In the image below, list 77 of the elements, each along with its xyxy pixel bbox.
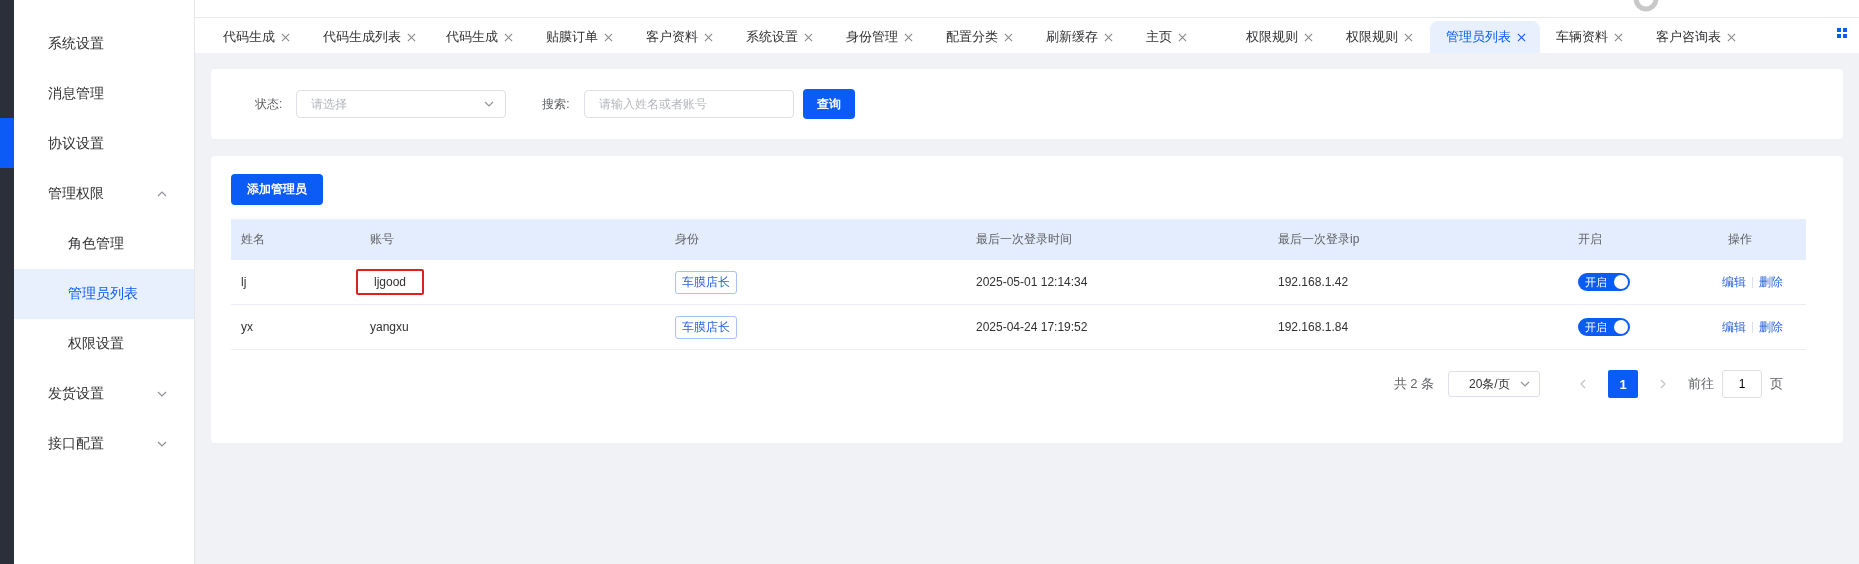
- nav-highlight: [0, 118, 14, 168]
- tab[interactable]: 刷新缓存: [1030, 21, 1130, 53]
- sidebar-item[interactable]: 消息管理: [14, 69, 194, 119]
- tab[interactable]: 客户资料: [630, 21, 730, 53]
- column-header: 操作: [1718, 219, 1806, 260]
- tab[interactable]: 代码生成列表: [307, 21, 430, 53]
- close-icon[interactable]: [1727, 32, 1736, 42]
- column-header: 姓名: [231, 219, 360, 260]
- status-label: 状态:: [255, 95, 283, 113]
- sidebar-item[interactable]: 接口配置: [14, 419, 194, 469]
- role-tag: 车膜店长: [675, 315, 737, 339]
- close-icon[interactable]: [1104, 32, 1113, 42]
- table-cell: yx: [241, 320, 253, 334]
- close-icon[interactable]: [1614, 32, 1623, 42]
- table-cell: 192.168.1.42: [1278, 275, 1349, 289]
- page-button[interactable]: 1: [1608, 370, 1638, 398]
- page-size-select[interactable]: 20条/页: [1448, 371, 1540, 397]
- search-field[interactable]: 请输入姓名或者账号: [583, 90, 794, 118]
- sidebar-item[interactable]: 发货设置: [14, 369, 194, 419]
- table-cell: 2025-05-01 12:14:34: [976, 275, 1088, 289]
- action-link[interactable]: 编辑: [1722, 273, 1746, 291]
- close-icon[interactable]: [407, 32, 416, 42]
- sidebar-item[interactable]: 管理员列表: [14, 269, 194, 319]
- column-header: 最后一次登录ip: [1268, 219, 1568, 260]
- tab[interactable]: 权限规则: [1330, 21, 1430, 53]
- column-header: 账号: [360, 219, 665, 260]
- tab[interactable]: 主页: [1130, 21, 1230, 53]
- tab[interactable]: 贴膜订单: [530, 21, 630, 53]
- chevron-left-icon[interactable]: [1578, 379, 1588, 389]
- action-link[interactable]: 删除: [1759, 318, 1783, 336]
- query-button[interactable]: 查询: [802, 89, 855, 119]
- close-icon[interactable]: [1178, 32, 1187, 42]
- close-icon[interactable]: [804, 32, 813, 42]
- table-cell: 2025-04-24 17:19:52: [976, 320, 1088, 334]
- toggle-switch[interactable]: 开启: [1578, 273, 1630, 291]
- action-link[interactable]: 删除: [1759, 273, 1783, 291]
- grid-icon[interactable]: [1837, 28, 1847, 38]
- column-header: 最后一次登录时间: [966, 219, 1268, 260]
- table-cell: lj: [241, 275, 247, 289]
- page-input[interactable]: 1: [1722, 370, 1762, 398]
- tab[interactable]: 权限规则: [1230, 21, 1330, 53]
- close-icon[interactable]: [281, 32, 290, 42]
- sidebar-item[interactable]: 系统设置: [14, 19, 194, 69]
- tab[interactable]: 系统设置: [730, 21, 830, 53]
- tab[interactable]: 配置分类: [930, 21, 1030, 53]
- page-suffix: 页: [1770, 375, 1783, 393]
- tab[interactable]: 代码生成: [207, 21, 307, 53]
- close-icon[interactable]: [904, 32, 913, 42]
- close-icon[interactable]: [704, 32, 713, 42]
- close-icon[interactable]: [1404, 32, 1413, 42]
- tab[interactable]: 管理员列表: [1430, 21, 1540, 53]
- close-icon[interactable]: [504, 32, 513, 42]
- close-icon[interactable]: [1004, 32, 1013, 42]
- close-icon[interactable]: [1304, 32, 1313, 42]
- highlighted-cell: ljgood: [356, 269, 425, 295]
- action-link[interactable]: 编辑: [1722, 318, 1746, 336]
- column-header: 开启: [1568, 219, 1718, 260]
- tab[interactable]: 代码生成: [430, 21, 530, 53]
- sidebar-item[interactable]: 协议设置: [14, 119, 194, 169]
- sidebar-item[interactable]: 管理权限: [14, 169, 194, 219]
- search-label: 搜索:: [542, 95, 570, 113]
- sidebar-item[interactable]: 角色管理: [14, 219, 194, 269]
- add-admin-button[interactable]: 添加管理员: [231, 174, 323, 205]
- tab[interactable]: 客户咨询表: [1640, 21, 1750, 53]
- goto-label: 前往: [1688, 375, 1714, 393]
- column-header: 身份: [665, 219, 966, 260]
- tab[interactable]: 身份管理: [830, 21, 930, 53]
- table-cell: yangxu: [370, 320, 409, 334]
- chevron-right-icon[interactable]: [1658, 379, 1668, 389]
- toggle-switch[interactable]: 开启: [1578, 318, 1630, 336]
- table-cell: 192.168.1.84: [1278, 320, 1349, 334]
- close-icon[interactable]: [1517, 32, 1526, 42]
- sidebar-item[interactable]: 权限设置: [14, 319, 194, 369]
- role-tag: 车膜店长: [675, 270, 737, 294]
- total-count: 共 2 条: [1393, 375, 1434, 393]
- tab[interactable]: 车辆资料: [1540, 21, 1640, 53]
- close-icon[interactable]: [604, 32, 613, 42]
